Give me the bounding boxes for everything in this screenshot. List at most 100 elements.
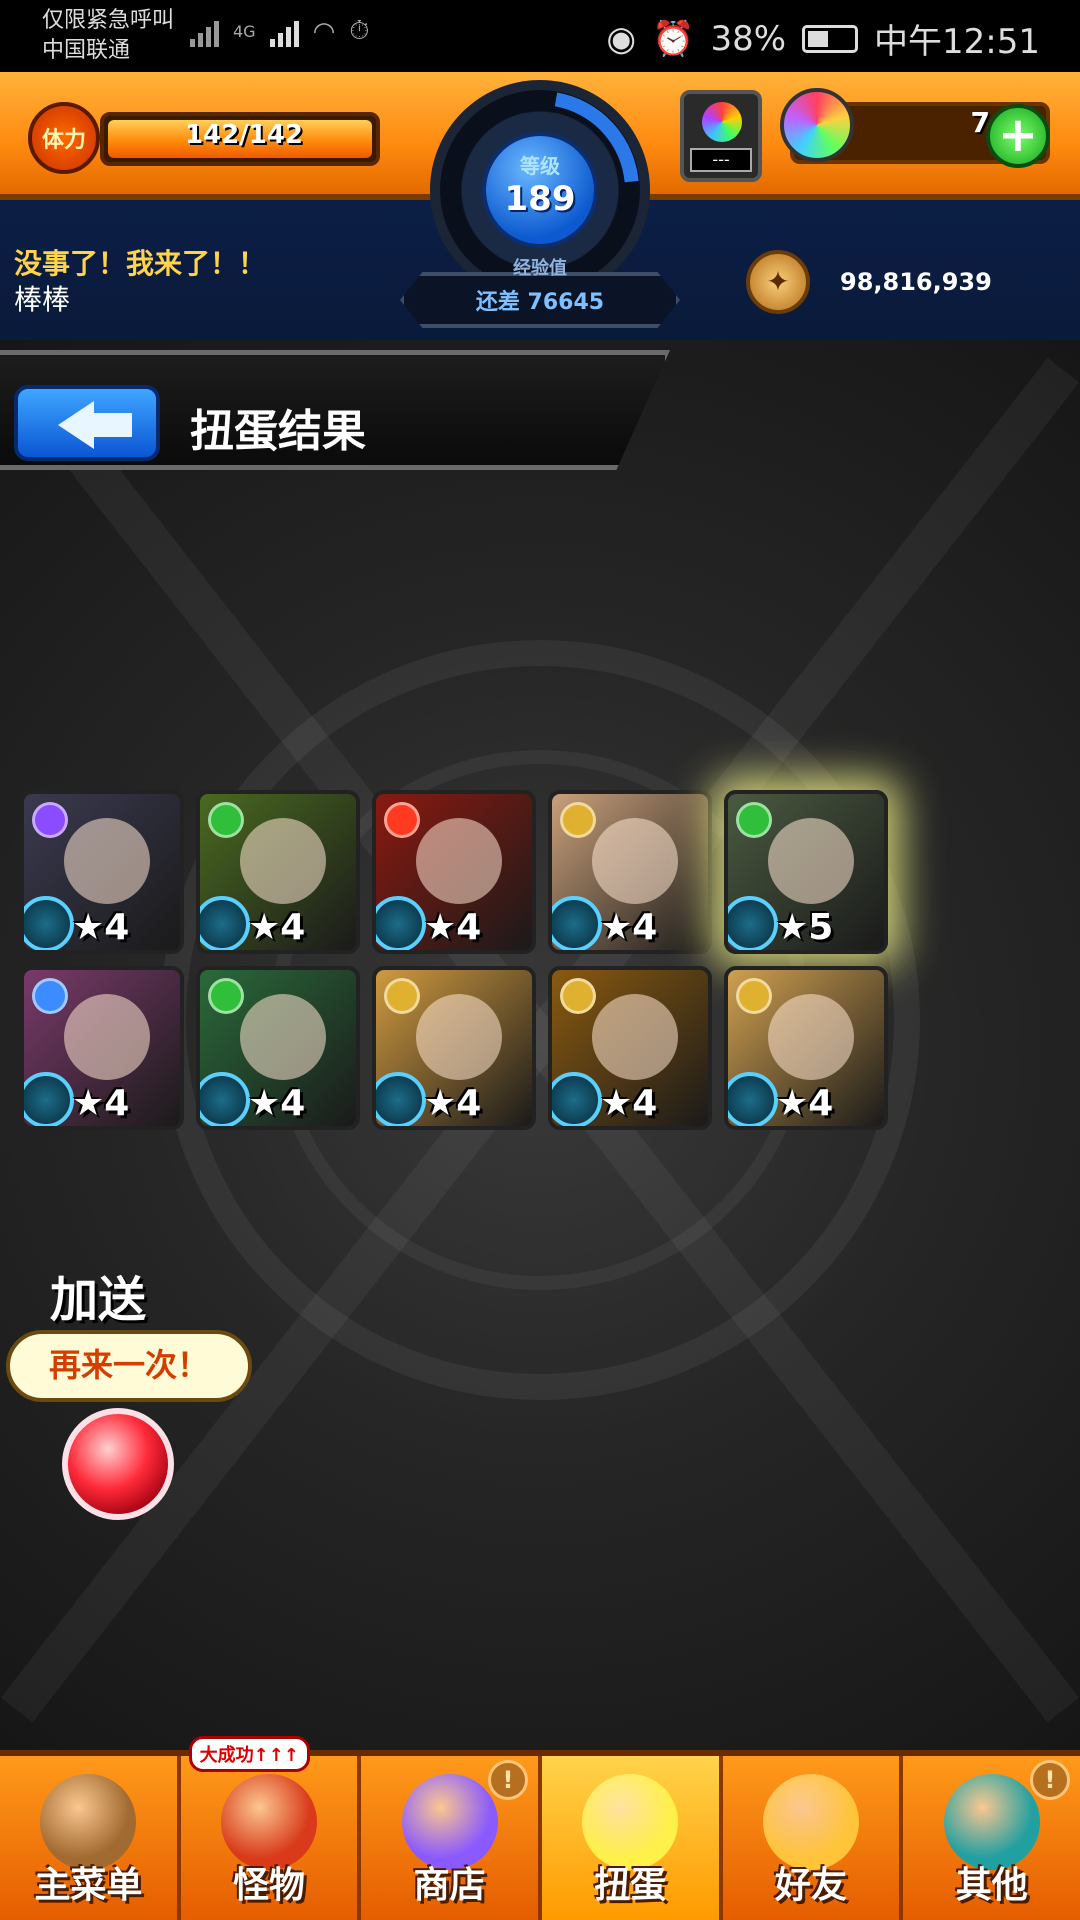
status-right: ◉ ⏰ 38% 中午12:51 xyxy=(606,14,1040,63)
nav-item[interactable]: 主菜单 xyxy=(0,1756,181,1920)
gauge-box[interactable]: --- xyxy=(680,90,762,182)
card-footer: ★4 xyxy=(552,1070,708,1126)
nav-item[interactable]: 好友 xyxy=(723,1756,904,1920)
card-footer: ★4 xyxy=(200,894,356,950)
stamina-text: 142/142 xyxy=(184,120,304,150)
card-footer: ★4 xyxy=(24,894,180,950)
carrier-line1: 仅限紧急呼叫 xyxy=(42,8,175,33)
eye-icon: ◉ xyxy=(606,18,637,59)
monster-portrait xyxy=(768,994,854,1080)
card-rarity: ★4 xyxy=(248,907,306,948)
result-card[interactable]: ★5 xyxy=(724,790,888,954)
title-bar: 扭蛋结果 xyxy=(0,350,670,470)
bonus-orb-button[interactable] xyxy=(62,1408,174,1520)
attribute-icon xyxy=(384,978,420,1014)
level-label: 等级 xyxy=(520,154,560,178)
result-card[interactable]: ★4 xyxy=(20,790,184,954)
carrier-info: 仅限紧急呼叫 中国联通 xyxy=(42,6,174,66)
battery-icon xyxy=(802,24,859,53)
exp-label: 经验值 xyxy=(513,258,567,279)
card-rarity: ★4 xyxy=(72,1083,130,1124)
luck-orb-icon xyxy=(200,896,250,950)
attribute-icon xyxy=(32,802,68,838)
stamina-bar: 142/142 xyxy=(100,112,380,166)
battery-percent: 38% xyxy=(710,18,787,59)
attribute-icon xyxy=(736,802,772,838)
nav-item[interactable]: 商店! xyxy=(361,1756,543,1920)
gauge-orb-icon xyxy=(702,102,742,142)
card-footer: ★4 xyxy=(24,1070,180,1126)
monster-portrait xyxy=(240,818,326,904)
monster-portrait xyxy=(768,818,854,904)
level-badge: 等级 189 xyxy=(482,132,598,248)
monster-portrait xyxy=(240,994,326,1080)
carrier-line2: 中国联通 xyxy=(42,38,131,63)
network-indicators: 4G ◠ ⏱ xyxy=(190,16,370,47)
attribute-icon xyxy=(208,802,244,838)
nav-item[interactable]: 其他! xyxy=(903,1756,1080,1920)
coin-amount: 98,816,939 xyxy=(840,268,992,296)
card-footer: ★4 xyxy=(376,1070,532,1126)
card-rarity: ★4 xyxy=(424,907,482,948)
card-rarity: ★4 xyxy=(248,1083,306,1124)
network-type: 4G xyxy=(233,22,256,41)
luck-orb-icon xyxy=(376,896,426,950)
nav-label: 好友 xyxy=(775,1865,848,1906)
signal-off-icon xyxy=(190,17,219,47)
monster-portrait xyxy=(416,818,502,904)
back-arrow-icon xyxy=(58,401,94,449)
card-rarity: ★4 xyxy=(600,907,658,948)
result-card[interactable]: ★4 xyxy=(20,966,184,1130)
attribute-icon xyxy=(560,978,596,1014)
luck-orb-icon xyxy=(728,896,778,950)
nav-label: 扭蛋 xyxy=(594,1865,667,1906)
back-button[interactable] xyxy=(14,385,160,461)
card-rarity: ★4 xyxy=(600,1083,658,1124)
monster-portrait xyxy=(592,994,678,1080)
nav-label: 怪物 xyxy=(233,1865,306,1906)
result-card[interactable]: ★4 xyxy=(196,966,360,1130)
card-footer: ★4 xyxy=(552,894,708,950)
alert-icon: ! xyxy=(488,1760,529,1800)
luck-orb-icon xyxy=(728,1072,778,1126)
luck-orb-icon xyxy=(552,1072,602,1126)
result-card[interactable]: ★4 xyxy=(196,790,360,954)
bonus-speech-bubble: 再来一次！ xyxy=(6,1330,252,1402)
back-arrow-tail xyxy=(92,413,132,437)
result-card[interactable]: ★4 xyxy=(548,790,712,954)
alert-icon: ! xyxy=(1030,1760,1071,1800)
card-rarity: ★4 xyxy=(424,1083,482,1124)
coin-icon: ✦ xyxy=(746,250,810,314)
buy-orbs-button[interactable]: + xyxy=(986,104,1050,168)
nav-item[interactable]: 扭蛋 xyxy=(542,1756,723,1920)
monster-portrait xyxy=(592,818,678,904)
nav-item[interactable]: 怪物 大成功↑↑↑ xyxy=(181,1736,362,1920)
attribute-icon xyxy=(384,802,420,838)
status-bar: 仅限紧急呼叫 中国联通 4G ◠ ⏱ ◉ ⏰ 38% 中午12:51 xyxy=(0,0,1080,72)
luck-orb-icon xyxy=(552,896,602,950)
player-name: 棒棒 xyxy=(14,283,71,316)
exp-remaining: 还差 76645 xyxy=(475,290,605,315)
attribute-icon xyxy=(32,978,68,1014)
luck-orb-icon xyxy=(200,1072,250,1126)
result-card[interactable]: ★4 xyxy=(372,790,536,954)
bottom-nav: 主菜单 怪物 大成功↑↑↑ 商店! 扭蛋 好友 其他! xyxy=(0,1736,1080,1920)
card-rarity: ★5 xyxy=(776,907,834,948)
card-footer: ★5 xyxy=(728,894,884,950)
orb-count: 7 xyxy=(970,106,990,139)
wifi-icon: ◠ xyxy=(312,16,336,47)
nav-label: 主菜单 xyxy=(34,1865,143,1906)
result-card[interactable]: ★4 xyxy=(724,966,888,1130)
top-hud: 体力 142/142 等级 189 经验值 还差 76645 --- 7 + 没… xyxy=(0,72,1080,340)
attribute-icon xyxy=(736,978,772,1014)
luck-orb-icon xyxy=(24,896,74,950)
signal-icon xyxy=(269,17,299,47)
nav-label: 其他 xyxy=(955,1865,1028,1906)
luck-orb-icon xyxy=(376,1072,426,1126)
stopwatch-icon: ⏱ xyxy=(349,16,370,46)
page-title: 扭蛋结果 xyxy=(190,406,366,457)
result-card[interactable]: ★4 xyxy=(548,966,712,1130)
result-card[interactable]: ★4 xyxy=(372,966,536,1130)
monster-portrait xyxy=(64,994,150,1080)
clock: 中午12:51 xyxy=(874,22,1040,62)
